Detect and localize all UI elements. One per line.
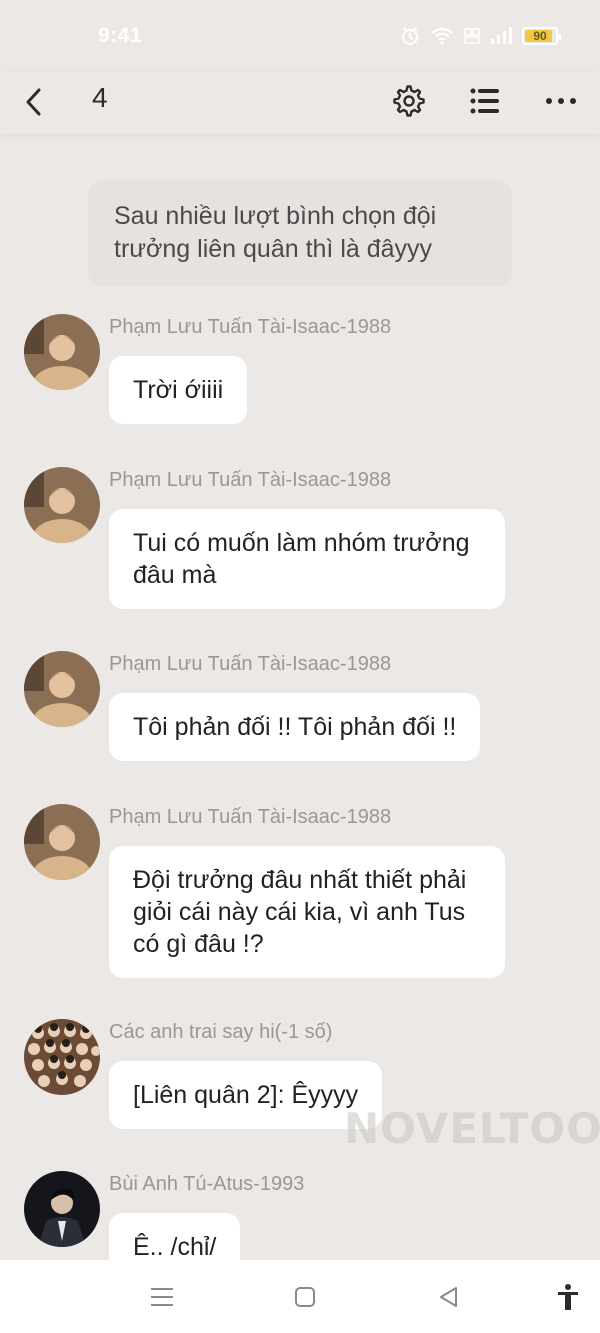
app-bar: 4 xyxy=(0,72,600,134)
avatar[interactable] xyxy=(24,1171,100,1247)
list-button[interactable] xyxy=(464,78,506,124)
chat-area[interactable]: Sau nhiều lượt bình chọn đội trưởng liên… xyxy=(0,136,600,1260)
narration-bubble: Sau nhiều lượt bình chọn đội trưởng liên… xyxy=(88,180,512,286)
menu-lines-icon xyxy=(151,1288,173,1306)
app-actions xyxy=(388,78,582,124)
avatar-image xyxy=(24,314,100,390)
avatar[interactable] xyxy=(24,1019,100,1095)
more-button[interactable] xyxy=(540,78,582,124)
avatar-image xyxy=(24,467,100,543)
message-bubble: Tôi phản đối !! Tôi phản đối !! xyxy=(109,693,481,761)
sender-name: Các anh trai say hi(-1 số) xyxy=(109,1021,333,1043)
nav-back-button[interactable] xyxy=(428,1280,468,1314)
back-arrow-icon xyxy=(26,88,41,116)
accessibility-icon xyxy=(558,1284,578,1310)
signal-icon xyxy=(491,27,512,44)
settings-button[interactable] xyxy=(388,78,430,124)
status-icons: 90 xyxy=(400,26,561,46)
sender-name: Phạm Lưu Tuấn Tài-Isaac-1988 xyxy=(109,653,392,675)
status-time: 9:41 xyxy=(98,24,143,47)
system-nav-bar xyxy=(0,1260,600,1333)
avatar[interactable] xyxy=(24,651,100,727)
avatar[interactable] xyxy=(24,314,100,390)
square-icon xyxy=(295,1287,315,1307)
wifi-icon xyxy=(431,27,453,45)
message-bubble: [Liên quân 2]: Êyyyy xyxy=(109,1061,383,1129)
sender-name: Phạm Lưu Tuấn Tài-Isaac-1988 xyxy=(109,806,392,828)
battery-icon: 90 xyxy=(522,27,561,45)
gear-icon xyxy=(393,85,425,117)
sender-name: Phạm Lưu Tuấn Tài-Isaac-1988 xyxy=(109,316,392,338)
back-button[interactable] xyxy=(14,80,54,124)
message-bubble: Đội trưởng đâu nhất thiết phải giỏi cái … xyxy=(109,846,505,978)
more-dots-icon xyxy=(546,98,576,104)
message-bubble: Trời ớiiii xyxy=(109,356,248,424)
avatar[interactable] xyxy=(24,467,100,543)
avatar-image xyxy=(24,804,100,880)
alarm-icon xyxy=(402,27,418,45)
message-bubble: Tui có muốn làm nhóm trưởng đâu mà xyxy=(109,509,505,609)
triangle-back-icon xyxy=(440,1287,457,1307)
sender-name: Bùi Anh Tú-Atus-1993 xyxy=(109,1173,305,1195)
avatar-image xyxy=(24,1019,100,1095)
recent-apps-button[interactable] xyxy=(142,1280,182,1314)
battery-level: 90 xyxy=(533,29,547,43)
home-button[interactable] xyxy=(285,1280,325,1314)
hd-signal-icon xyxy=(464,28,480,44)
avatar[interactable] xyxy=(24,804,100,880)
avatar-image xyxy=(24,1171,100,1247)
chapter-title: 4 xyxy=(92,82,108,113)
sender-name: Phạm Lưu Tuấn Tài-Isaac-1988 xyxy=(109,469,392,491)
message-bubble: Ê.. /chỉ/ xyxy=(109,1213,241,1260)
avatar-image xyxy=(24,651,100,727)
list-icon xyxy=(470,88,499,114)
status-bar: 9:41 90 xyxy=(0,0,600,72)
battery-tip xyxy=(558,34,561,40)
accessibility-button[interactable] xyxy=(548,1280,588,1314)
watermark: NOVELTOON xyxy=(344,1104,600,1153)
